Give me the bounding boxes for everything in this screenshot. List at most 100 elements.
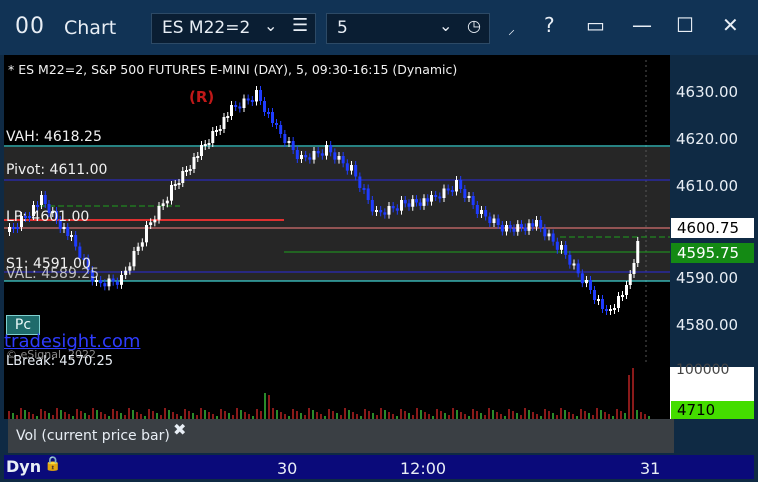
volume-bar [616, 409, 618, 419]
volume-bar [76, 409, 78, 419]
volume-bar [420, 410, 422, 419]
volume-bars-group [8, 368, 650, 419]
volume-bar [548, 411, 550, 419]
volume-bar [64, 412, 66, 419]
volume-bar [28, 412, 30, 419]
volume-bar [276, 410, 278, 419]
volume-bar [116, 411, 118, 419]
volume-bar [152, 411, 154, 419]
volume-bar [368, 411, 370, 419]
volume-bar [20, 408, 22, 419]
volume-bar [400, 409, 402, 419]
volume-bar [640, 412, 642, 419]
volume-bar [472, 409, 474, 419]
volume-bar [136, 412, 138, 419]
volume-bar [200, 408, 202, 419]
volume-bar [80, 411, 82, 419]
volume-bar [384, 410, 386, 419]
volume-bar [56, 408, 58, 419]
volume-bar [524, 408, 526, 419]
volume-bar [260, 411, 262, 419]
volume-bar [240, 410, 242, 419]
volume-label: Vol (current price bar) [16, 428, 170, 444]
volume-bar [280, 412, 282, 419]
volume-bar [8, 411, 10, 419]
volume-bar [604, 412, 606, 419]
volume-bar [528, 410, 530, 419]
volume-bar [164, 408, 166, 419]
volume-bar [24, 410, 26, 419]
volume-bar [264, 393, 266, 419]
volume-bar [348, 410, 350, 419]
volume-bar [564, 410, 566, 419]
volume-bar [204, 410, 206, 419]
volume-bar [344, 408, 346, 419]
volume-bar [308, 408, 310, 419]
volume-bar [316, 412, 318, 419]
volume-bar [44, 411, 46, 419]
volume-bar [92, 408, 94, 419]
volume-bar [112, 409, 114, 419]
volume-bar [636, 410, 638, 419]
volume-bar [628, 375, 630, 419]
volume-bar [580, 409, 582, 419]
volume-bar [388, 412, 390, 419]
chart-window: 00 Chart ES M22=2 ⌄ ☰ 5 ⌄ ◷ ⸝ ? ▭ — ☐ ✕ [0, 0, 758, 482]
volume-bar [40, 409, 42, 419]
volume-bar [60, 410, 62, 419]
close-volume-icon[interactable]: ✖ [173, 420, 186, 439]
volume-bar [268, 395, 270, 419]
time-axis-label: 31 [640, 459, 661, 478]
volume-bar [632, 368, 634, 419]
volume-bar [476, 411, 478, 419]
volume-bar [492, 410, 494, 419]
volume-bar [364, 409, 366, 419]
volume-bar [352, 412, 354, 419]
time-axis-label: 12:00 [400, 459, 447, 478]
volume-bar [380, 408, 382, 419]
volume-bar [440, 411, 442, 419]
volume-bar [416, 408, 418, 419]
volume-svg [8, 368, 650, 419]
volume-bar [292, 409, 294, 419]
volume-bar [256, 409, 258, 419]
volume-bar [208, 412, 210, 419]
volume-bar [544, 409, 546, 419]
volume-bar [148, 409, 150, 419]
volume-bar [620, 411, 622, 419]
volume-bar [496, 412, 498, 419]
volume-bar [436, 409, 438, 419]
volume-bar [332, 411, 334, 419]
volume-bar [600, 410, 602, 419]
volume-bar [188, 411, 190, 419]
volume-bar [184, 409, 186, 419]
dyn-label[interactable]: Dyn [6, 457, 41, 476]
volume-bar [100, 412, 102, 419]
volume-bar [584, 411, 586, 419]
volume-bar [272, 408, 274, 419]
volume-bar [532, 412, 534, 419]
volume-bar [312, 410, 314, 419]
volume-bar [452, 408, 454, 419]
volume-bar [596, 408, 598, 419]
volume-bar [244, 412, 246, 419]
volume-bar [296, 411, 298, 419]
lock-icon[interactable]: 🔒 [44, 456, 61, 472]
volume-bar [508, 409, 510, 419]
volume-bar [172, 412, 174, 419]
volume-bar [488, 408, 490, 419]
volume-bar [220, 409, 222, 419]
volume-bar [132, 410, 134, 419]
volume-bar [128, 408, 130, 419]
volume-bar [168, 410, 170, 419]
volume-axis-top: 100000 [676, 362, 730, 378]
time-axis-label: 30 [277, 459, 298, 478]
volume-bar [560, 408, 562, 419]
volume-bar [404, 411, 406, 419]
volume-bar [512, 411, 514, 419]
volume-value-tag: 4710 [671, 401, 754, 419]
volume-bar [460, 412, 462, 419]
volume-bar [424, 412, 426, 419]
volume-bar [236, 408, 238, 419]
volume-bar [96, 410, 98, 419]
